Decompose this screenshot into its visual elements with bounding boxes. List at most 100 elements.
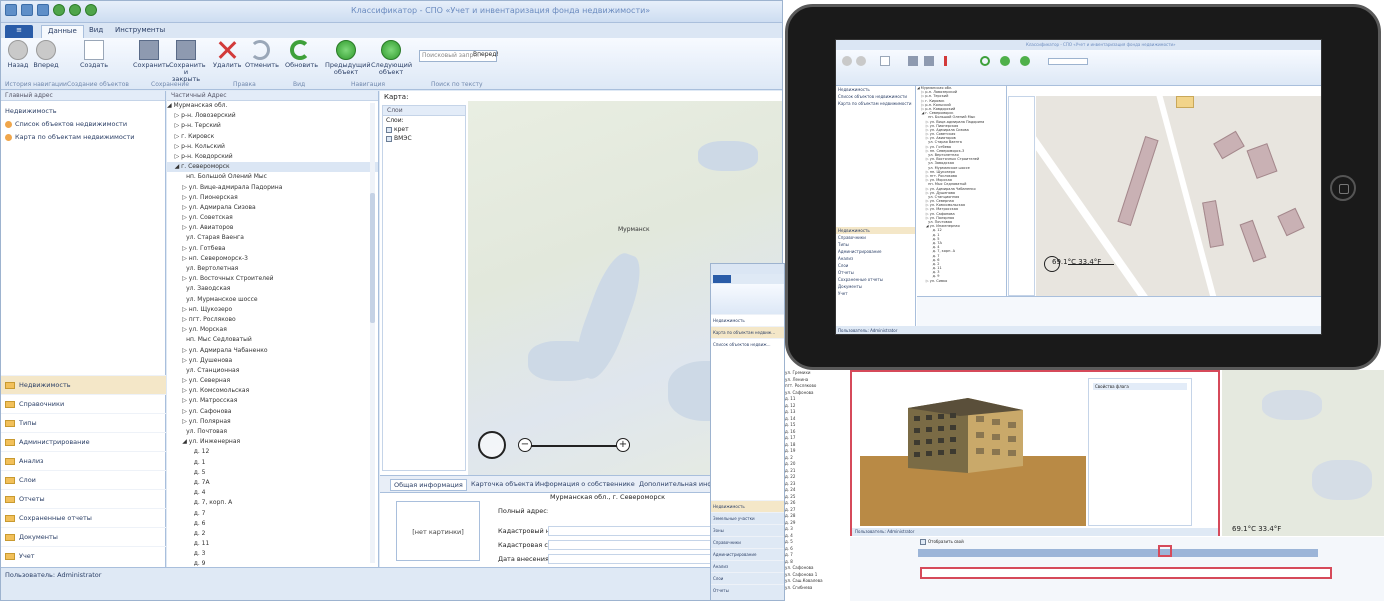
tree-scrollbar[interactable] (370, 103, 375, 563)
tree-node[interactable]: ▷ ул. Адмирала Сизова (167, 203, 378, 213)
mini-section[interactable]: Отчеты (711, 584, 784, 596)
tablet-section[interactable]: Недвижимость (836, 227, 915, 234)
tree-node[interactable]: ▷ ул. Сафонова (167, 407, 378, 417)
mini-section[interactable]: Администрирование (711, 548, 784, 560)
tree-node[interactable]: нп. Большой Олений Мыс (167, 172, 378, 182)
tree-node[interactable]: ▷ р-н. Терский (167, 121, 378, 131)
tree-node[interactable]: ул. Вертолетная (167, 264, 378, 274)
delete-button[interactable]: Удалить (213, 40, 241, 69)
tree-node[interactable]: д. 6 (167, 519, 378, 529)
tree-node[interactable]: д. 7А (167, 478, 378, 488)
tree-node[interactable]: д. 7 (167, 509, 378, 519)
section-reports[interactable]: Отчеты (1, 489, 166, 508)
tree-node[interactable]: ул. Почтовая (167, 427, 378, 437)
mini-section[interactable]: Земельные участки (711, 512, 784, 524)
section-documents[interactable]: Документы (1, 527, 166, 546)
mini-section[interactable]: Зоны (711, 524, 784, 536)
zoom-out-button[interactable]: − (518, 438, 532, 452)
back-icon[interactable] (842, 56, 852, 66)
tablet-section[interactable]: Документы (836, 283, 915, 290)
mini-file-tab[interactable] (713, 275, 731, 283)
section-accounting[interactable]: Учет (1, 546, 166, 565)
next-object-button[interactable]: Следующий объект (371, 40, 412, 76)
nav-item-object-map[interactable]: Карта по объектам недвижимости (1, 131, 165, 144)
tree-node[interactable]: ◢ ул. Инженерная (167, 437, 378, 447)
undo-quick-icon[interactable] (37, 4, 49, 16)
tree-node[interactable]: ◢ г. Североморск (167, 162, 378, 173)
zoom-in-button[interactable]: + (616, 438, 630, 452)
section-realty[interactable]: Недвижимость (1, 375, 166, 394)
tree-node[interactable]: ▷ ул. Полярная (167, 417, 378, 427)
tablet-section[interactable]: Справочники (836, 234, 915, 241)
save-icon[interactable] (908, 56, 918, 66)
bottom-map[interactable] (1222, 370, 1384, 536)
tab-owner-info[interactable]: Информация о собственнике (532, 479, 638, 489)
tree-node[interactable]: ▷ р-н. Ловозерский (167, 111, 378, 121)
tree-node[interactable]: нп. Мыс Седловатый (167, 335, 378, 345)
tree-node[interactable]: ▷ ул. Адмирала Чабаненко (167, 346, 378, 356)
tab-tools[interactable]: Инструменты (109, 25, 171, 38)
show-own-checkbox[interactable]: Отобразить свой (920, 539, 964, 545)
arrow-down-icon[interactable] (1020, 56, 1030, 66)
tree-node[interactable]: ▷ нп. Щукозеро (167, 305, 378, 315)
save-close-button[interactable]: Сохранить и закрыть (169, 40, 206, 83)
forward-button[interactable]: Вперед (33, 40, 59, 69)
tablet-section[interactable]: Сохраненные отчеты (836, 276, 915, 283)
tree-node[interactable]: ▷ нп. Североморск-3 (167, 254, 378, 264)
mini-item-map[interactable]: Карта по объектам недвиж... (711, 326, 784, 338)
tree-node[interactable]: д. 11 (167, 539, 378, 549)
home-button-icon[interactable] (1330, 175, 1356, 201)
tree-node[interactable]: ▷ ул. Матросская (167, 396, 378, 406)
tree-node[interactable]: ▷ р-н. Кольский (167, 142, 378, 152)
section-analysis[interactable]: Анализ (1, 451, 166, 470)
3d-canvas[interactable] (860, 378, 1086, 526)
tablet-nav-root[interactable]: Недвижимость (836, 86, 915, 93)
mini-section[interactable]: Справочники (711, 536, 784, 548)
delete-icon[interactable] (944, 56, 947, 66)
section-layers[interactable]: Слои (1, 470, 166, 489)
tablet-search-input[interactable] (1048, 58, 1088, 65)
highlighted-tab-button[interactable] (1158, 545, 1172, 557)
tree-node[interactable]: д. 4 (167, 488, 378, 498)
tree-node[interactable]: ▷ ул. Вице-адмирала Падорина (167, 183, 378, 193)
new-document-icon[interactable] (880, 56, 890, 66)
save-button[interactable]: Сохранить (133, 40, 170, 69)
section-references[interactable]: Справочники (1, 394, 166, 413)
layer-item[interactable]: ВМЭС (383, 134, 465, 143)
tab-object-card[interactable]: Карточка объекта (468, 479, 537, 489)
highlighted-row[interactable] (920, 567, 1332, 579)
next-quick-icon[interactable] (85, 4, 97, 16)
tab-view[interactable]: Вид (83, 25, 109, 38)
tablet-nav-list[interactable]: Список объектов недвижимости (836, 93, 915, 100)
save-close-icon[interactable] (924, 56, 934, 66)
tree-node[interactable]: ▷ ул. Советская (167, 213, 378, 223)
tree-node[interactable]: ▷ ул. Морская (167, 325, 378, 335)
prev-object-button[interactable]: Предыдущий объект (325, 40, 371, 76)
tree-node[interactable]: д. 12 (167, 447, 378, 457)
layer-item[interactable]: крет (383, 125, 465, 134)
nav-root-item[interactable]: Недвижимость (1, 105, 165, 118)
save-quick-icon[interactable] (21, 4, 33, 16)
tree-node[interactable]: д. 5 (167, 468, 378, 478)
tree-node[interactable]: ▷ пгт. Росляково (167, 315, 378, 325)
cancel-button[interactable]: Отменить (245, 40, 279, 69)
refresh-button[interactable]: Обновить (285, 40, 318, 69)
tablet-section[interactable]: Типы (836, 241, 915, 248)
zoom-slider[interactable] (523, 445, 623, 447)
tree-node[interactable]: ул. Мурманское шоссе (167, 295, 378, 305)
tree-node[interactable]: ◢ Мурманская обл. (167, 101, 378, 111)
app-menu-icon[interactable] (5, 4, 17, 16)
mini-section[interactable]: Недвижимость (711, 500, 784, 512)
tree-node[interactable]: д. 2 (167, 529, 378, 539)
refresh-quick-icon[interactable] (53, 4, 65, 16)
tablet-section[interactable]: Слои (836, 262, 915, 269)
tree-node[interactable]: ул. Заводская (167, 284, 378, 294)
bottom-tab-bar[interactable] (918, 549, 1318, 557)
back-button[interactable]: Назад (7, 40, 29, 69)
tablet-section[interactable]: Отчеты (836, 269, 915, 276)
tree-node[interactable]: ▷ ул. Готбева (167, 244, 378, 254)
section-types[interactable]: Типы (1, 413, 166, 432)
tab-general-info[interactable]: Общая информация (390, 479, 467, 491)
tablet-nav-map[interactable]: Карта по объектам недвижимости (836, 100, 915, 107)
pan-control-icon[interactable] (478, 431, 506, 459)
